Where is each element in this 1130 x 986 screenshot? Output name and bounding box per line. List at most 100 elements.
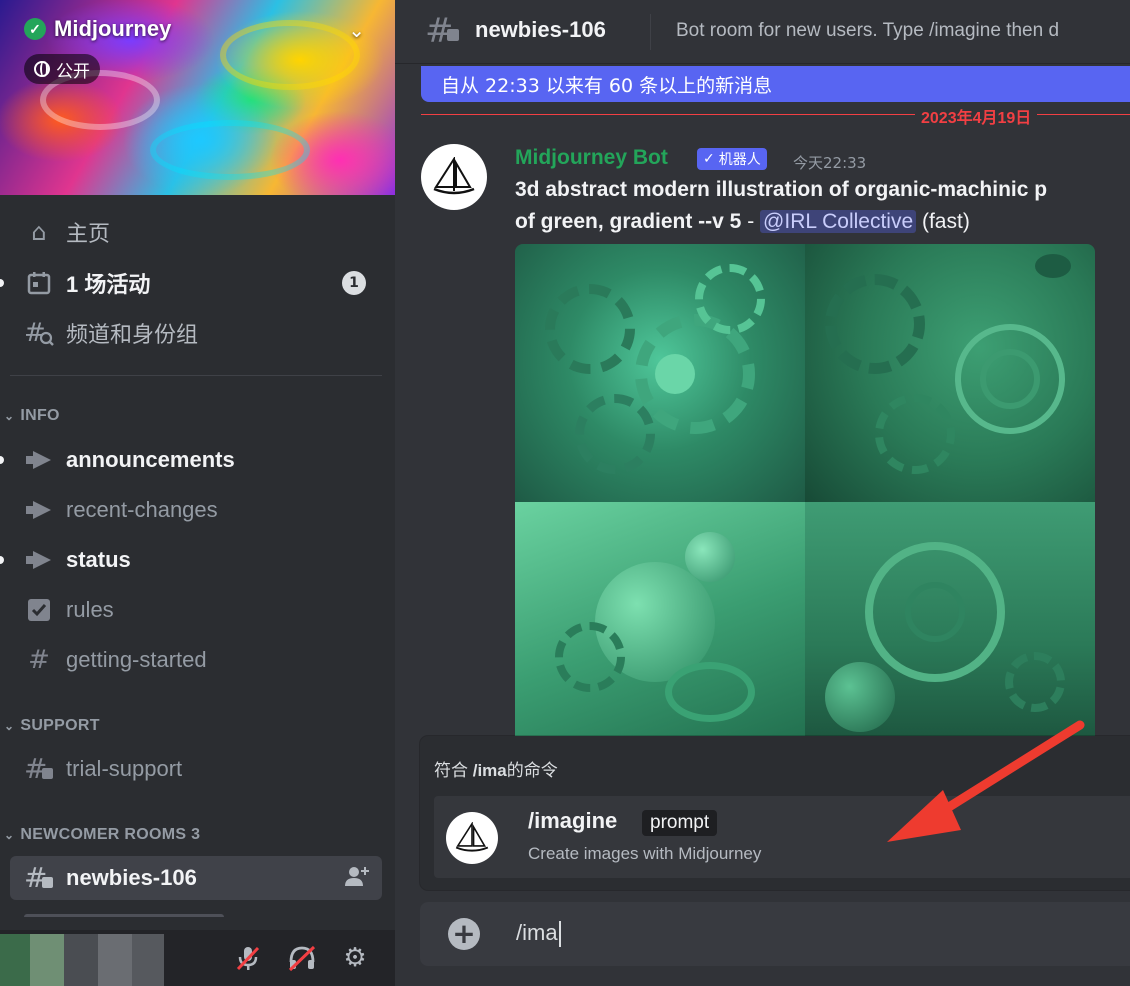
command-option-imagine[interactable]: /imagine prompt Create images with Midjo… [434,796,1130,878]
add-member-icon[interactable] [344,865,370,892]
chevron-down-icon[interactable]: ⌄ [348,18,365,42]
megaphone-icon [24,545,54,575]
channel-label: rules [66,597,114,622]
channel-announcements[interactable]: announcements [0,438,395,482]
text-caret [558,921,561,948]
thread-hash-icon: # [24,754,54,784]
unread-indicator [0,279,4,287]
header-divider [650,14,651,50]
home-icon: ⌂ [31,218,47,246]
calendar-icon [24,268,54,298]
sidebar-item-home[interactable]: ⌂ 主页 [0,210,395,254]
message-input-text[interactable]: /ima [516,920,561,948]
sidebar-item-channels-roles[interactable]: # 频道和身份组 [0,311,395,355]
sphere-shape [825,662,895,732]
new-messages-bar[interactable]: 自从 22:33 以来有 60 条以上的新消息 [421,66,1130,102]
channel-label: getting-started [66,647,207,672]
bot-avatar[interactable] [421,144,487,210]
message-timestamp: 今天22:33 [793,154,867,172]
channel-status[interactable]: status [0,538,395,582]
command-autocomplete-popup: 符合 /ima的命令 /imagine prompt Create images… [420,736,1130,890]
popup-header-query: /ima [472,761,507,780]
message-text-line: of green, gradient --v 5 - @IRL Collecti… [515,210,970,234]
date-divider-label: 2023年4月19日 [915,104,1038,128]
thread-hash-icon: # [425,11,461,56]
image-tile-4[interactable] [805,502,1095,744]
midjourney-boat-logo-icon [455,822,489,852]
gear-shape [655,354,695,394]
hash-icon: # [28,645,50,675]
command-name: /imagine [528,808,618,833]
server-name[interactable]: ✓ Midjourney [24,16,171,42]
verified-icon: ✓ [24,18,46,40]
checkbox-icon [24,595,54,625]
category-support[interactable]: ⌄ SUPPORT [4,714,100,738]
category-label: INFO [20,407,60,424]
chevron-down-icon: ⌄ [4,409,15,423]
gear-shape [1005,652,1065,712]
channel-label: status [66,547,131,572]
channel-rules[interactable]: rules [0,588,395,632]
message-author[interactable]: Midjourney Bot [515,146,668,170]
user-avatar-pixelated[interactable] [0,934,30,986]
command-description: Create images with Midjourney [528,844,762,863]
message-separator: - [741,210,761,233]
user-panel: ⚙ [0,930,395,986]
channel-label: announcements [66,447,235,472]
channel-trial-support[interactable]: # trial-support [0,747,395,791]
channel-newbies-106[interactable]: # newbies-106 [10,856,382,900]
channel-recent-changes[interactable]: recent-changes [0,488,395,532]
server-banner[interactable]: ✓ Midjourney ⌄ 公开 [0,0,395,195]
bot-tag: ✓ 机器人 [697,148,767,170]
gear-shape [875,394,955,474]
unread-indicator [0,556,4,564]
chevron-down-icon: ⌄ [4,828,15,842]
gear-shape [825,274,925,374]
megaphone-icon [24,445,54,475]
deafen-headphones-icon[interactable] [284,940,320,976]
mute-mic-icon[interactable] [230,940,266,976]
category-label: NEWCOMER ROOMS 3 [20,826,201,843]
globe-icon [34,61,50,77]
gear-shape [575,394,655,474]
gear-shape [1035,254,1071,278]
gear-icon[interactable]: ⚙ [337,940,373,976]
user-name-pixelated [64,934,98,986]
message-input[interactable]: + /ima [420,902,1130,966]
user-name-pixelated [98,934,132,986]
megaphone-icon [24,495,54,525]
sphere-shape [685,532,735,582]
gear-shape [980,349,1040,409]
image-tile-3[interactable] [515,502,805,744]
gear-shape [555,622,625,692]
command-popup-header: 符合 /ima的命令 [434,756,558,781]
image-tile-1[interactable] [515,244,805,502]
unread-indicator [0,456,4,464]
category-info[interactable]: ⌄ INFO [4,404,60,428]
sidebar-item-label: 1 场活动 [66,272,151,297]
thread-hash-icon: # [24,863,54,893]
channel-header: # newbies-106 Bot room for new users. Ty… [395,0,1130,64]
chevron-down-icon: ⌄ [4,719,15,733]
message-prompt-bold: of green, gradient --v 5 [515,210,742,233]
gear-shape [665,662,755,722]
banner-swirl [150,120,310,180]
user-name-pixelated [132,934,164,986]
midjourney-boat-logo-icon [433,157,475,195]
add-attachment-icon[interactable]: + [448,918,480,950]
gear-shape [545,284,635,374]
image-tile-2[interactable] [805,244,1095,502]
sidebar-divider [10,375,382,376]
input-value: /ima [516,920,558,945]
user-mention[interactable]: @IRL Collective [760,210,917,233]
banner-swirl [220,20,360,90]
sidebar-item-events[interactable]: 1 场活动 1 [0,261,395,305]
category-newcomer-rooms[interactable]: ⌄ NEWCOMER ROOMS 3 [4,823,200,847]
message-text-line: 3d abstract modern illustration of organ… [515,178,1048,201]
channel-partial [24,910,244,930]
generated-image-grid[interactable] [515,244,1095,744]
channel-label: recent-changes [66,497,218,522]
channel-label: trial-support [66,756,183,781]
channel-topic[interactable]: Bot room for new users. Type /imagine th… [676,20,1059,42]
channel-getting-started[interactable]: # getting-started [0,638,395,682]
